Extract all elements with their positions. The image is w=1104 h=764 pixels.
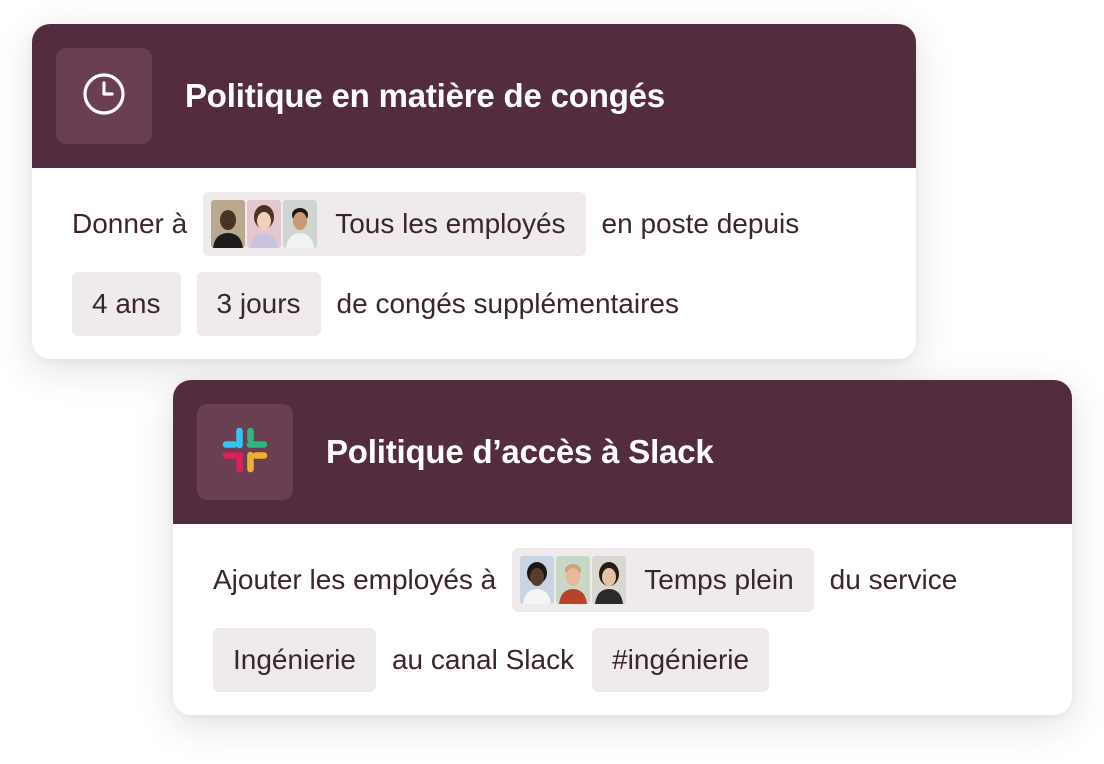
avatar [520, 556, 555, 604]
extra-leave-text: de congés supplémentaires [336, 288, 679, 319]
leave-policy-row-2: 4 ans 3 jours de congés supplémentaires [72, 272, 916, 336]
add-employees-text: Ajouter les employés à [213, 564, 497, 595]
leave-policy-card: Politique en matière de congés Donner à … [32, 24, 916, 359]
avatar [556, 556, 591, 604]
clock-icon [82, 72, 126, 121]
slack-channel-text: au canal Slack [391, 644, 575, 675]
employment-type-label: Temps plein [644, 564, 794, 595]
tenure-text: en poste depuis [601, 208, 800, 239]
slack-policy-row-1: Ajouter les employés à Temps plein du se… [213, 548, 1072, 612]
slack-policy-card: Politique d’accès à Slack Ajouter les em… [173, 380, 1072, 715]
slack-channel-chip[interactable]: #ingénierie [592, 628, 770, 692]
avatar [247, 200, 282, 248]
slack-policy-body: Ajouter les employés à Temps plein du se… [173, 524, 1072, 692]
avatar [211, 200, 246, 248]
department-text: du service [829, 564, 958, 595]
slack-policy-row-2: Ingénierie au canal Slack #ingénierie [213, 628, 1072, 692]
leave-policy-header: Politique en matière de congés [32, 24, 916, 168]
slack-policy-header: Politique d’accès à Slack [173, 380, 1072, 524]
employee-group-chip[interactable]: Tous les employés [203, 192, 586, 256]
give-to-text: Donner à [72, 208, 188, 239]
slack-policy-icon-tile [197, 404, 293, 500]
leave-policy-body: Donner à Tous les employés en poste depu… [32, 168, 916, 336]
leave-policy-row-1: Donner à Tous les employés en poste depu… [72, 192, 916, 256]
avatar [283, 200, 318, 248]
slack-logo-icon [220, 425, 270, 480]
leave-policy-title: Politique en matière de congés [185, 77, 665, 114]
tenure-chip[interactable]: 4 ans [72, 272, 181, 336]
days-chip[interactable]: 3 jours [196, 272, 321, 336]
avatar-group [211, 200, 319, 248]
department-chip[interactable]: Ingénierie [213, 628, 376, 692]
avatar-group [520, 556, 628, 604]
employment-type-chip[interactable]: Temps plein [512, 548, 814, 612]
leave-policy-icon-tile [56, 48, 152, 144]
avatar [592, 556, 627, 604]
employee-group-label: Tous les employés [335, 208, 566, 239]
slack-policy-title: Politique d’accès à Slack [326, 433, 714, 470]
